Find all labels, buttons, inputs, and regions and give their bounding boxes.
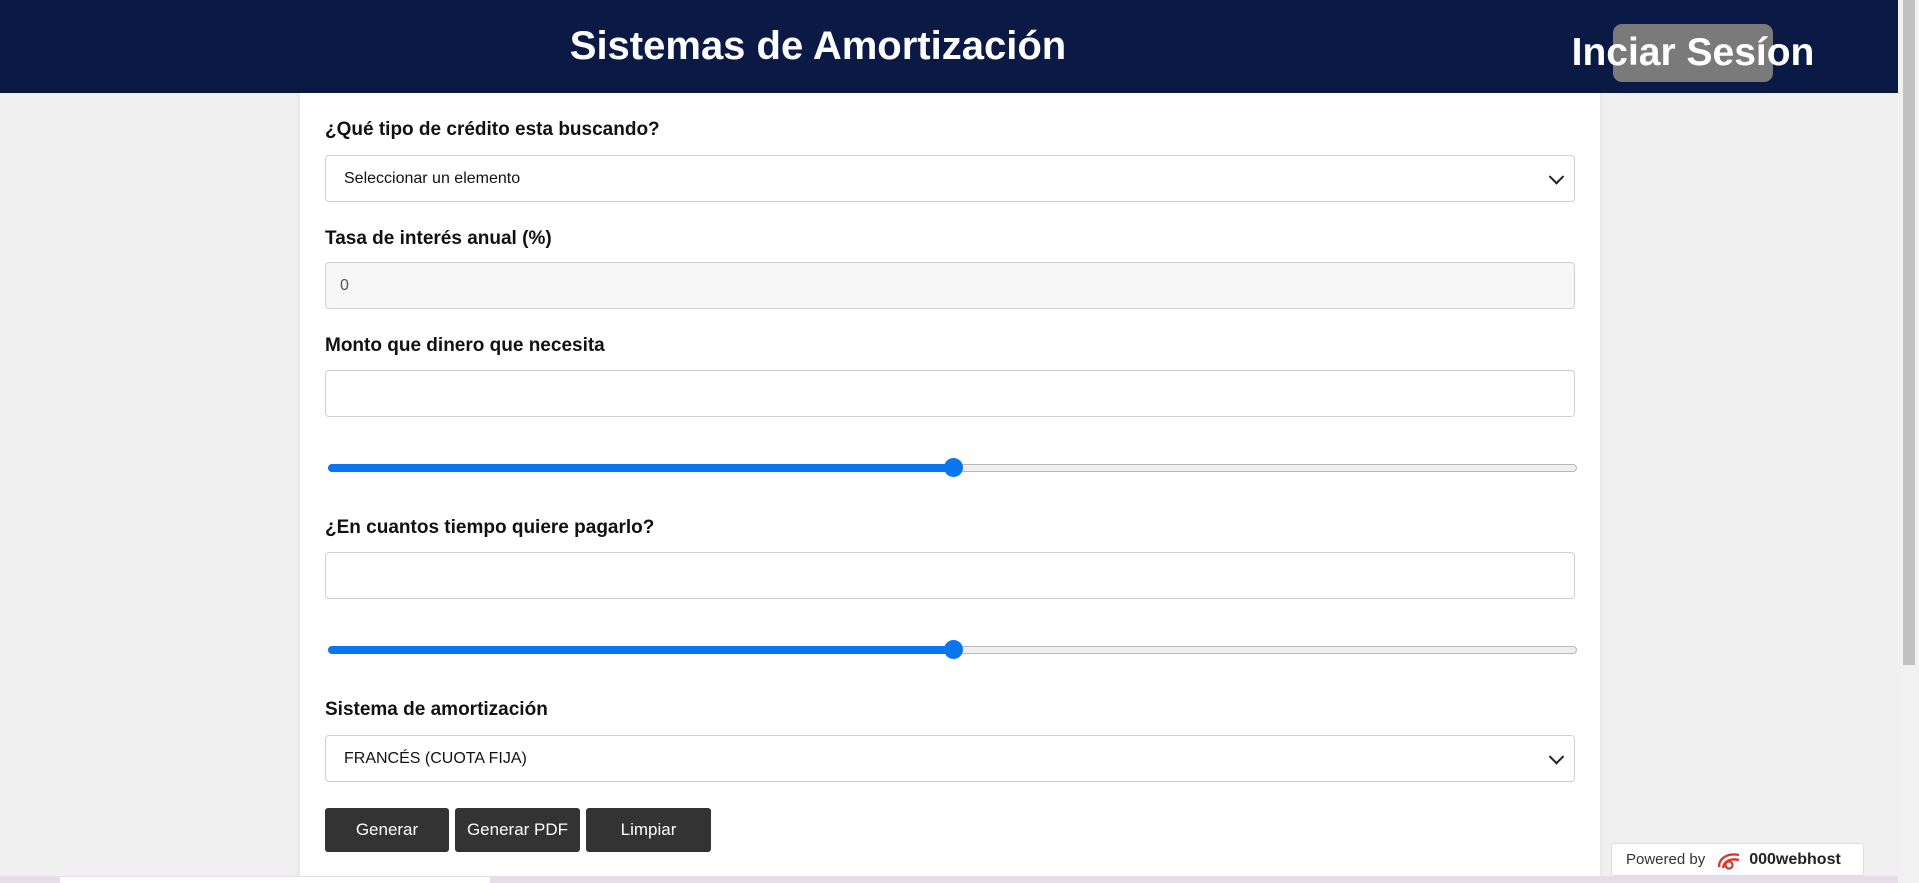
- page-title: Sistemas de Amortización: [569, 24, 1067, 68]
- scrollbar-thumb[interactable]: [1903, 0, 1915, 665]
- amount-slider-fill: [328, 464, 953, 472]
- chevron-down-icon: [1548, 748, 1565, 765]
- interest-rate-value: 0: [340, 276, 349, 294]
- term-slider-fill: [328, 646, 953, 654]
- term-label: ¿En cuantos tiempo quiere pagarlo?: [325, 517, 655, 538]
- credit-type-selected-value: Seleccionar un elemento: [344, 169, 521, 187]
- system-selected-value: FRANCÉS (CUOTA FIJA): [344, 749, 527, 767]
- clear-button[interactable]: Limpiar: [586, 808, 711, 852]
- top-header: Sistemas de Amortización Inciar Sesíon: [0, 0, 1898, 93]
- powered-by-text: Powered by: [1626, 851, 1706, 868]
- amount-slider[interactable]: [328, 458, 1577, 478]
- login-button[interactable]: Inciar Sesíon: [1572, 24, 1814, 82]
- powered-by-badge[interactable]: Powered by 000webhost: [1611, 843, 1864, 876]
- amount-slider-thumb[interactable]: [943, 458, 963, 477]
- generate-button[interactable]: Generar: [325, 808, 449, 852]
- page: Sistemas de Amortización Inciar Sesíon ¿…: [0, 0, 1919, 883]
- system-label: Sistema de amortización: [325, 699, 548, 720]
- system-select[interactable]: FRANCÉS (CUOTA FIJA): [325, 735, 1575, 782]
- amount-input[interactable]: [325, 370, 1575, 417]
- brand-name: 000webhost: [1749, 850, 1841, 868]
- bottom-strip-white: [60, 877, 490, 883]
- credit-type-label: ¿Qué tipo de crédito esta buscando?: [325, 119, 660, 140]
- term-slider-thumb[interactable]: [943, 640, 963, 659]
- 000webhost-logo-icon: [1718, 852, 1740, 870]
- generate-pdf-button[interactable]: Generar PDF: [455, 808, 580, 852]
- chevron-down-icon: [1548, 168, 1565, 185]
- term-slider[interactable]: [328, 640, 1577, 660]
- interest-rate-label: Tasa de interés anual (%): [325, 228, 552, 249]
- interest-rate-input[interactable]: 0: [325, 262, 1575, 309]
- amount-label: Monto que dinero que necesita: [325, 335, 605, 356]
- term-input[interactable]: [325, 552, 1575, 599]
- credit-type-select[interactable]: Seleccionar un elemento: [325, 155, 1575, 202]
